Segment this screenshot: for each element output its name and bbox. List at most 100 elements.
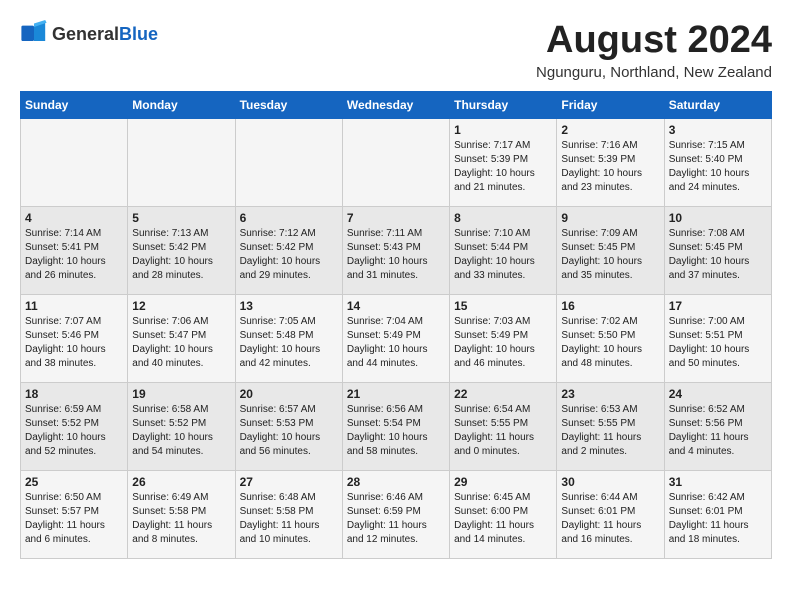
day-info: Sunrise: 7:11 AM Sunset: 5:43 PM Dayligh…	[347, 227, 445, 283]
calendar-cell: 22 Sunrise: 6:54 AM Sunset: 5:55 PM Dayli…	[450, 382, 557, 470]
day-number: 25	[25, 475, 123, 489]
page-header: GeneralBlue August 2024 Ngunguru, Northl…	[20, 20, 772, 81]
calendar-cell	[21, 118, 128, 206]
week-row-5: 25 Sunrise: 6:50 AM Sunset: 5:57 PM Dayli…	[21, 470, 772, 558]
day-number: 11	[25, 299, 123, 313]
week-row-1: 1Sunrise: 7:17 AM Sunset: 5:39 PM Daylig…	[21, 118, 772, 206]
day-info: Sunrise: 7:13 AM Sunset: 5:42 PM Dayligh…	[132, 227, 230, 283]
title-area: August 2024 Ngunguru, Northland, New Zea…	[536, 20, 772, 81]
calendar-cell: 21 Sunrise: 6:56 AM Sunset: 5:54 PM Dayli…	[342, 382, 449, 470]
calendar-cell: 28Sunrise: 6:46 AM Sunset: 6:59 PM Dayli…	[342, 470, 449, 558]
calendar-cell: 14 Sunrise: 7:04 AM Sunset: 5:49 PM Dayli…	[342, 294, 449, 382]
day-number: 30	[561, 475, 659, 489]
calendar-cell: 12Sunrise: 7:06 AM Sunset: 5:47 PM Dayli…	[128, 294, 235, 382]
day-info: Sunrise: 7:16 AM Sunset: 5:39 PM Dayligh…	[561, 139, 659, 195]
calendar-cell: 6 Sunrise: 7:12 AM Sunset: 5:42 PM Daylig…	[235, 206, 342, 294]
day-info: Sunrise: 6:50 AM Sunset: 5:57 PM Dayligh…	[25, 491, 123, 547]
day-number: 3	[669, 123, 767, 137]
day-info: Sunrise: 7:07 AM Sunset: 5:46 PM Dayligh…	[25, 315, 123, 371]
calendar-cell: 31 Sunrise: 6:42 AM Sunset: 6:01 PM Dayli…	[664, 470, 771, 558]
calendar-cell: 30 Sunrise: 6:44 AM Sunset: 6:01 PM Dayli…	[557, 470, 664, 558]
day-number: 5	[132, 211, 230, 225]
day-info: Sunrise: 6:48 AM Sunset: 5:58 PM Dayligh…	[240, 491, 338, 547]
day-info: Sunrise: 6:58 AM Sunset: 5:52 PM Dayligh…	[132, 403, 230, 459]
main-title: August 2024	[536, 20, 772, 62]
calendar-cell: 25 Sunrise: 6:50 AM Sunset: 5:57 PM Dayli…	[21, 470, 128, 558]
day-number: 18	[25, 387, 123, 401]
day-info: Sunrise: 6:52 AM Sunset: 5:56 PM Dayligh…	[669, 403, 767, 459]
day-number: 29	[454, 475, 552, 489]
day-number: 13	[240, 299, 338, 313]
day-number: 26	[132, 475, 230, 489]
logo-text-blue: Blue	[119, 24, 158, 44]
day-info: Sunrise: 6:59 AM Sunset: 5:52 PM Dayligh…	[25, 403, 123, 459]
day-info: Sunrise: 6:45 AM Sunset: 6:00 PM Dayligh…	[454, 491, 552, 547]
day-info: Sunrise: 7:05 AM Sunset: 5:48 PM Dayligh…	[240, 315, 338, 371]
week-row-3: 11 Sunrise: 7:07 AM Sunset: 5:46 PM Dayli…	[21, 294, 772, 382]
logo: GeneralBlue	[20, 20, 158, 48]
calendar-cell: 1Sunrise: 7:17 AM Sunset: 5:39 PM Daylig…	[450, 118, 557, 206]
day-number: 9	[561, 211, 659, 225]
calendar-cell: 17Sunrise: 7:00 AM Sunset: 5:51 PM Dayli…	[664, 294, 771, 382]
calendar-cell: 10Sunrise: 7:08 AM Sunset: 5:45 PM Dayli…	[664, 206, 771, 294]
day-info: Sunrise: 6:54 AM Sunset: 5:55 PM Dayligh…	[454, 403, 552, 459]
day-info: Sunrise: 7:04 AM Sunset: 5:49 PM Dayligh…	[347, 315, 445, 371]
col-tuesday: Tuesday	[235, 91, 342, 118]
calendar-cell: 26 Sunrise: 6:49 AM Sunset: 5:58 PM Dayli…	[128, 470, 235, 558]
day-number: 19	[132, 387, 230, 401]
day-number: 20	[240, 387, 338, 401]
day-info: Sunrise: 7:14 AM Sunset: 5:41 PM Dayligh…	[25, 227, 123, 283]
day-number: 15	[454, 299, 552, 313]
calendar-cell: 7Sunrise: 7:11 AM Sunset: 5:43 PM Daylig…	[342, 206, 449, 294]
day-number: 24	[669, 387, 767, 401]
calendar-cell: 18 Sunrise: 6:59 AM Sunset: 5:52 PM Dayli…	[21, 382, 128, 470]
calendar-cell	[235, 118, 342, 206]
calendar-cell: 5 Sunrise: 7:13 AM Sunset: 5:42 PM Daylig…	[128, 206, 235, 294]
day-number: 12	[132, 299, 230, 313]
day-number: 6	[240, 211, 338, 225]
day-number: 27	[240, 475, 338, 489]
day-number: 4	[25, 211, 123, 225]
calendar-cell: 19 Sunrise: 6:58 AM Sunset: 5:52 PM Dayli…	[128, 382, 235, 470]
day-info: Sunrise: 6:44 AM Sunset: 6:01 PM Dayligh…	[561, 491, 659, 547]
day-info: Sunrise: 7:02 AM Sunset: 5:50 PM Dayligh…	[561, 315, 659, 371]
day-info: Sunrise: 6:42 AM Sunset: 6:01 PM Dayligh…	[669, 491, 767, 547]
day-info: Sunrise: 6:56 AM Sunset: 5:54 PM Dayligh…	[347, 403, 445, 459]
calendar-cell: 16 Sunrise: 7:02 AM Sunset: 5:50 PM Dayli…	[557, 294, 664, 382]
calendar-cell: 9 Sunrise: 7:09 AM Sunset: 5:45 PM Daylig…	[557, 206, 664, 294]
col-saturday: Saturday	[664, 91, 771, 118]
day-number: 23	[561, 387, 659, 401]
col-thursday: Thursday	[450, 91, 557, 118]
week-row-4: 18 Sunrise: 6:59 AM Sunset: 5:52 PM Dayli…	[21, 382, 772, 470]
calendar-cell: 23 Sunrise: 6:53 AM Sunset: 5:55 PM Dayli…	[557, 382, 664, 470]
logo-icon	[20, 20, 48, 48]
day-number: 14	[347, 299, 445, 313]
day-number: 17	[669, 299, 767, 313]
day-number: 22	[454, 387, 552, 401]
day-number: 21	[347, 387, 445, 401]
calendar-cell: 27 Sunrise: 6:48 AM Sunset: 5:58 PM Dayli…	[235, 470, 342, 558]
day-info: Sunrise: 7:03 AM Sunset: 5:49 PM Dayligh…	[454, 315, 552, 371]
day-number: 2	[561, 123, 659, 137]
calendar-cell: 13 Sunrise: 7:05 AM Sunset: 5:48 PM Dayli…	[235, 294, 342, 382]
calendar-table: Sunday Monday Tuesday Wednesday Thursday…	[20, 91, 772, 559]
day-info: Sunrise: 7:08 AM Sunset: 5:45 PM Dayligh…	[669, 227, 767, 283]
day-info: Sunrise: 6:49 AM Sunset: 5:58 PM Dayligh…	[132, 491, 230, 547]
subtitle: Ngunguru, Northland, New Zealand	[536, 64, 772, 81]
day-info: Sunrise: 7:09 AM Sunset: 5:45 PM Dayligh…	[561, 227, 659, 283]
calendar-cell	[342, 118, 449, 206]
day-info: Sunrise: 6:46 AM Sunset: 6:59 PM Dayligh…	[347, 491, 445, 547]
day-info: Sunrise: 7:15 AM Sunset: 5:40 PM Dayligh…	[669, 139, 767, 195]
col-monday: Monday	[128, 91, 235, 118]
week-row-2: 4 Sunrise: 7:14 AM Sunset: 5:41 PM Daylig…	[21, 206, 772, 294]
calendar-cell: 24 Sunrise: 6:52 AM Sunset: 5:56 PM Dayli…	[664, 382, 771, 470]
calendar-cell: 8Sunrise: 7:10 AM Sunset: 5:44 PM Daylig…	[450, 206, 557, 294]
day-info: Sunrise: 7:12 AM Sunset: 5:42 PM Dayligh…	[240, 227, 338, 283]
day-info: Sunrise: 6:53 AM Sunset: 5:55 PM Dayligh…	[561, 403, 659, 459]
header-row: Sunday Monday Tuesday Wednesday Thursday…	[21, 91, 772, 118]
calendar-cell: 2 Sunrise: 7:16 AM Sunset: 5:39 PM Daylig…	[557, 118, 664, 206]
day-number: 31	[669, 475, 767, 489]
calendar-cell: 15 Sunrise: 7:03 AM Sunset: 5:49 PM Dayli…	[450, 294, 557, 382]
logo-text-general: General	[52, 24, 119, 44]
day-number: 16	[561, 299, 659, 313]
